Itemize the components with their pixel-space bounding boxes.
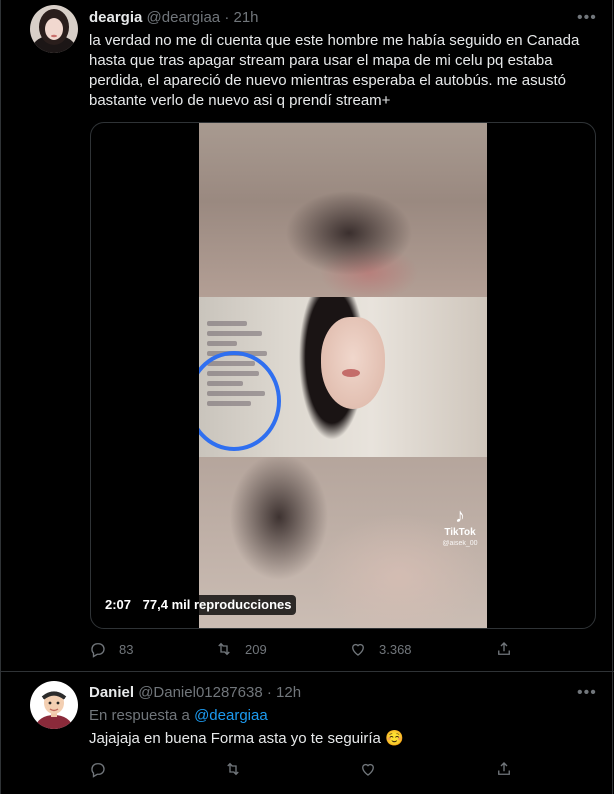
reply-text: Jajajaja en buena Forma asta yo te segui… xyxy=(89,730,404,747)
timestamp[interactable]: 21h xyxy=(233,9,258,26)
tweet-text: la verdad no me di cuenta que este hombr… xyxy=(89,32,580,109)
avatar[interactable] xyxy=(30,5,78,53)
reply-retweet-button[interactable] xyxy=(224,759,242,779)
reply-icon xyxy=(91,643,105,658)
tiktok-watermark: ♪ TikTok @aisek_00 xyxy=(435,505,485,548)
display-name[interactable]: deargia xyxy=(89,9,142,26)
reply-tweet[interactable]: Daniel @Daniel01287638 · 12h ••• En resp… xyxy=(0,672,614,794)
reply-button[interactable]: 83 xyxy=(89,639,133,659)
view-count: 77,4 mil reproducciones xyxy=(142,597,292,612)
replying-to: En respuesta a @deargiaa xyxy=(89,706,268,726)
reply-reply-button[interactable] xyxy=(89,759,107,779)
share-icon xyxy=(498,762,510,775)
retweet-icon xyxy=(227,762,239,776)
reply-icon xyxy=(91,763,105,778)
replying-to-prefix: En respuesta a xyxy=(89,707,190,724)
reply-more-horizontal-icon[interactable]: ••• xyxy=(577,685,597,701)
reply-share-button[interactable] xyxy=(495,759,513,779)
tweet-actions: 83 209 3.368 xyxy=(89,639,529,659)
tweet[interactable]: deargia @deargiaa · 21h ••• la verdad no… xyxy=(0,0,614,671)
reply-count: 83 xyxy=(119,641,134,657)
video-blur-top xyxy=(199,123,487,297)
reply-actions xyxy=(89,759,529,779)
tiktok-handle: @aisek_00 xyxy=(442,540,478,547)
heart-icon xyxy=(362,763,374,776)
tiktok-logo-icon: ♪ xyxy=(455,505,465,527)
face xyxy=(321,317,385,409)
retweet-count: 209 xyxy=(245,641,267,657)
heart-icon xyxy=(352,643,364,656)
reply-avatar[interactable] xyxy=(30,681,78,729)
share-button[interactable] xyxy=(495,639,513,659)
user-handle[interactable]: @deargiaa xyxy=(147,9,221,26)
more-horizontal-icon[interactable]: ••• xyxy=(577,10,597,26)
reply-display-name[interactable]: Daniel xyxy=(89,684,134,701)
separator: · xyxy=(224,9,230,26)
retweet-icon xyxy=(218,642,230,656)
replying-to-link[interactable]: @deargiaa xyxy=(194,707,268,724)
reply-user-handle[interactable]: @Daniel01287638 xyxy=(138,684,263,701)
tiktok-brand: TikTok xyxy=(444,527,476,538)
video-duration: 2:07 xyxy=(105,597,132,612)
video-player[interactable]: ♪ TikTok @aisek_00 2:07 77,4 mil reprodu… xyxy=(90,122,596,629)
like-button[interactable]: 3.368 xyxy=(349,639,412,659)
reply-like-button[interactable] xyxy=(359,759,377,779)
reply-timestamp[interactable]: 12h xyxy=(276,684,301,701)
like-count: 3.368 xyxy=(379,641,412,657)
video-info-badge: 2:07 77,4 mil reproducciones xyxy=(101,595,296,615)
reply-header: Daniel @Daniel01287638 · 12h xyxy=(89,683,301,703)
lips xyxy=(342,369,360,377)
tweet-header: deargia @deargiaa · 21h xyxy=(89,8,259,28)
video-frame[interactable]: ♪ TikTok @aisek_00 xyxy=(199,123,487,628)
share-icon xyxy=(498,642,510,655)
retweet-button[interactable]: 209 xyxy=(215,639,267,659)
reply-separator: · xyxy=(266,684,272,701)
video-inner-clip xyxy=(199,297,487,457)
